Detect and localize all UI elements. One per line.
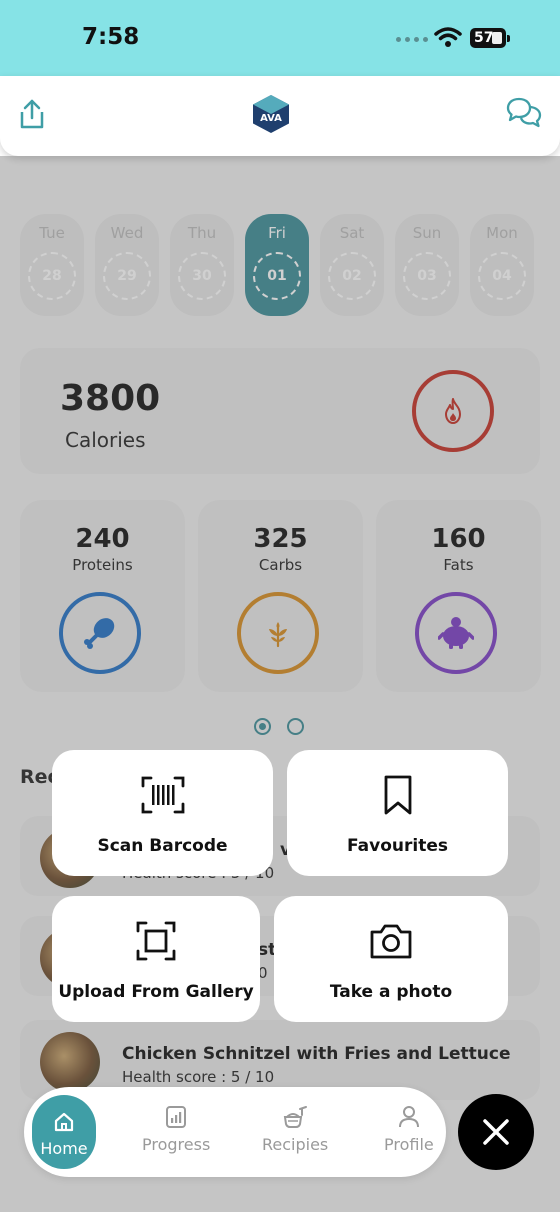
nav-profile-label: Profile xyxy=(384,1135,434,1154)
nav-profile[interactable]: Profile xyxy=(384,1105,434,1154)
take-photo-button[interactable]: Take a photo xyxy=(274,896,508,1022)
close-icon xyxy=(483,1119,509,1145)
app-header: AVA xyxy=(0,76,560,156)
barcode-scan-icon xyxy=(141,776,184,814)
upload-from-gallery-button[interactable]: Upload From Gallery xyxy=(52,896,260,1022)
logo-text: AVA xyxy=(260,113,282,124)
chat-bubbles-icon[interactable] xyxy=(505,96,543,130)
user-icon xyxy=(398,1106,419,1128)
nav-progress[interactable]: Progress xyxy=(142,1105,210,1154)
battery-indicator: 57 xyxy=(470,28,506,48)
cellular-signal-icon xyxy=(396,37,428,42)
nav-home-label: Home xyxy=(40,1139,88,1158)
favourites-label: Favourites xyxy=(347,836,448,856)
camera-icon xyxy=(370,924,412,959)
app-logo: AVA xyxy=(252,94,290,134)
modal-dim-overlay[interactable] xyxy=(0,156,560,1212)
take-photo-label: Take a photo xyxy=(329,982,453,1002)
battery-level: 57 xyxy=(474,30,494,46)
wifi-icon xyxy=(434,27,462,47)
favourites-button[interactable]: Favourites xyxy=(287,750,508,876)
share-icon[interactable] xyxy=(18,98,46,130)
status-time: 7:58 xyxy=(82,24,140,50)
gallery-frame-icon xyxy=(136,921,176,961)
bottom-navigation: Home Progress Recipies Profile xyxy=(24,1087,446,1177)
status-bar: 7:58 57 xyxy=(0,0,560,76)
chart-icon xyxy=(166,1106,187,1128)
scan-barcode-label: Scan Barcode xyxy=(97,836,228,856)
food-icon xyxy=(283,1106,308,1128)
nav-home[interactable]: Home xyxy=(32,1095,96,1169)
nav-recipes-label: Recipies xyxy=(262,1135,329,1154)
nav-recipes[interactable]: Recipies xyxy=(262,1105,328,1154)
bookmark-icon xyxy=(384,775,411,815)
scan-barcode-button[interactable]: Scan Barcode xyxy=(52,750,273,876)
nav-progress-label: Progress xyxy=(142,1135,211,1154)
upload-from-gallery-label: Upload From Gallery xyxy=(58,982,254,1002)
home-icon xyxy=(54,1112,74,1132)
close-menu-button[interactable] xyxy=(458,1094,534,1170)
